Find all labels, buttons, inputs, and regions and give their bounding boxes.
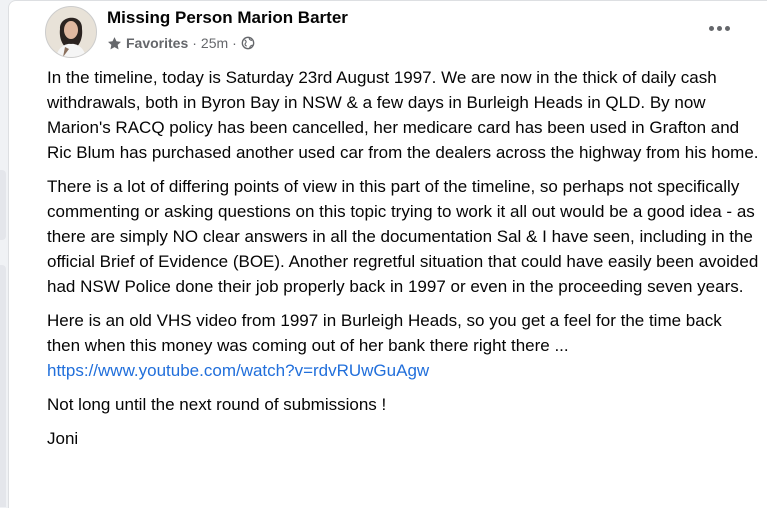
post-signature: Joni xyxy=(47,429,79,448)
meta-separator: · xyxy=(192,35,197,51)
post-card: Missing Person Marion Barter Favorites ·… xyxy=(8,0,767,508)
left-panel-edge xyxy=(0,170,6,240)
star-icon xyxy=(108,36,121,49)
dot xyxy=(716,25,722,31)
post-header: Missing Person Marion Barter Favorites ·… xyxy=(45,6,767,58)
dot xyxy=(724,25,730,31)
more-options-icon[interactable] xyxy=(704,18,734,38)
youtube-link[interactable]: https://www.youtube.com/watch?v=rdvRUwGu… xyxy=(47,361,429,380)
audience-label[interactable]: Favorites xyxy=(126,35,188,51)
post-meta: Favorites · 25m · xyxy=(107,35,255,51)
avatar[interactable] xyxy=(45,6,97,58)
left-column-edge xyxy=(0,0,8,507)
post-paragraph: There is a lot of differing points of vi… xyxy=(47,177,759,296)
post-paragraph: In the timeline, today is Saturday 23rd … xyxy=(47,68,759,162)
post-timestamp[interactable]: 25m xyxy=(201,35,228,51)
post-paragraph: Not long until the next round of submiss… xyxy=(47,395,387,414)
dot xyxy=(708,25,714,31)
post-body: In the timeline, today is Saturday 23rd … xyxy=(47,65,759,460)
post-paragraph-text: Here is an old VHS video from 1997 in Bu… xyxy=(47,311,722,355)
post-paragraph: Here is an old VHS video from 1997 in Bu… xyxy=(47,308,759,383)
left-panel-edge xyxy=(0,265,6,507)
post-author[interactable]: Missing Person Marion Barter xyxy=(107,8,348,28)
avatar-photo xyxy=(46,7,96,57)
meta-separator: · xyxy=(232,35,237,51)
globe-icon[interactable] xyxy=(241,36,255,50)
